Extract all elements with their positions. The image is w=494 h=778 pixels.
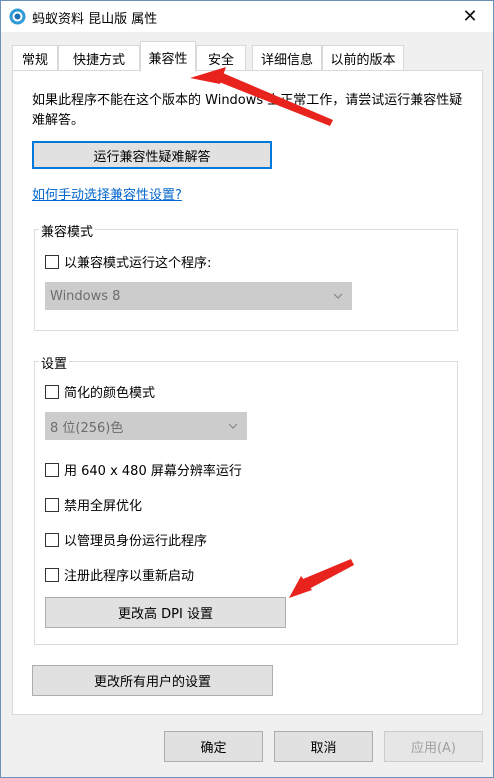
tab-previous-versions[interactable]: 以前的版本 (322, 45, 404, 71)
register-restart-checkbox[interactable] (45, 567, 59, 582)
tab-shortcut[interactable]: 快捷方式 (58, 45, 140, 71)
compat-mode-checkbox-row[interactable]: 以兼容模式运行这个程序: (45, 252, 211, 271)
compat-mode-checkbox-label: 以兼容模式运行这个程序: (64, 256, 212, 271)
os-version-select: Windows 8 (45, 282, 352, 310)
run-troubleshooter-button[interactable]: 运行兼容性疑难解答 (32, 141, 272, 169)
reduced-color-row[interactable]: 简化的颜色模式 (45, 382, 155, 401)
run-as-admin-checkbox[interactable] (45, 532, 59, 547)
tab-label: 安全 (207, 53, 234, 68)
chevron-down-icon (228, 423, 238, 429)
compat-description: 如果此程序不能在这个版本的 Windows 上正常工作，请尝试运行兼容性疑难解答… (32, 93, 463, 128)
button-label: 确定 (200, 741, 227, 756)
reduced-color-checkbox[interactable] (45, 384, 59, 399)
settings-group-label: 设置 (39, 353, 70, 372)
manual-compat-link[interactable]: 如何手动选择兼容性设置? (32, 184, 182, 203)
tab-security[interactable]: 安全 (196, 45, 246, 71)
run-640-row[interactable]: 用 640 x 480 屏幕分辨率运行 (45, 460, 242, 479)
chevron-down-icon (333, 293, 343, 299)
button-label: 运行兼容性疑难解答 (93, 149, 211, 165)
disable-fullscreen-row[interactable]: 禁用全屏优化 (45, 495, 142, 514)
run-as-admin-row[interactable]: 以管理员身份运行此程序 (45, 530, 207, 549)
os-version-value: Windows 8 (50, 288, 121, 304)
button-label: 更改高 DPI 设置 (118, 607, 213, 622)
title-bar[interactable]: 蚂蚁资料 昆山版 属性 ✕ (1, 1, 493, 32)
run-640-checkbox[interactable] (45, 462, 59, 477)
app-icon (9, 8, 26, 25)
tab-label: 兼容性 (148, 51, 188, 67)
compat-mode-checkbox[interactable] (45, 254, 59, 269)
tab-label: 以前的版本 (330, 53, 396, 68)
tab-strip: 常规 快捷方式 兼容性 安全 详细信息 以前的版本 (1, 41, 493, 72)
button-label: 应用(A) (410, 741, 457, 756)
register-restart-label: 注册此程序以重新启动 (64, 569, 195, 584)
run-640-label: 用 640 x 480 屏幕分辨率运行 (64, 464, 242, 479)
change-dpi-button[interactable]: 更改高 DPI 设置 (45, 597, 286, 628)
compat-mode-group (34, 229, 458, 331)
window-title: 蚂蚁资料 昆山版 属性 (32, 12, 158, 27)
tab-label: 常规 (21, 53, 48, 68)
disable-fullscreen-label: 禁用全屏优化 (64, 499, 143, 514)
run-as-admin-label: 以管理员身份运行此程序 (64, 534, 208, 549)
change-all-users-button[interactable]: 更改所有用户的设置 (32, 665, 273, 696)
tab-label: 快捷方式 (72, 53, 125, 68)
disable-fullscreen-checkbox[interactable] (45, 497, 59, 512)
close-button[interactable]: ✕ (447, 1, 493, 32)
close-icon: ✕ (462, 6, 478, 27)
tab-details[interactable]: 详细信息 (252, 45, 322, 71)
ok-button[interactable]: 确定 (164, 731, 263, 762)
properties-window: 蚂蚁资料 昆山版 属性 ✕ 常规 快捷方式 兼容性 安全 详细信息 以前的版本 … (0, 0, 494, 778)
tab-compatibility[interactable]: 兼容性 (140, 41, 196, 72)
compat-mode-label: 兼容模式 (39, 221, 96, 240)
register-restart-row[interactable]: 注册此程序以重新启动 (45, 565, 194, 584)
cancel-button[interactable]: 取消 (274, 731, 373, 762)
color-mode-select: 8 位(256)色 (45, 412, 247, 440)
reduced-color-label: 简化的颜色模式 (64, 386, 156, 401)
color-mode-value: 8 位(256)色 (50, 420, 124, 436)
button-label: 取消 (310, 741, 337, 756)
button-label: 更改所有用户的设置 (93, 675, 211, 690)
tab-label: 详细信息 (260, 53, 313, 68)
tab-general[interactable]: 常规 (12, 45, 58, 71)
apply-button: 应用(A) (384, 731, 483, 762)
